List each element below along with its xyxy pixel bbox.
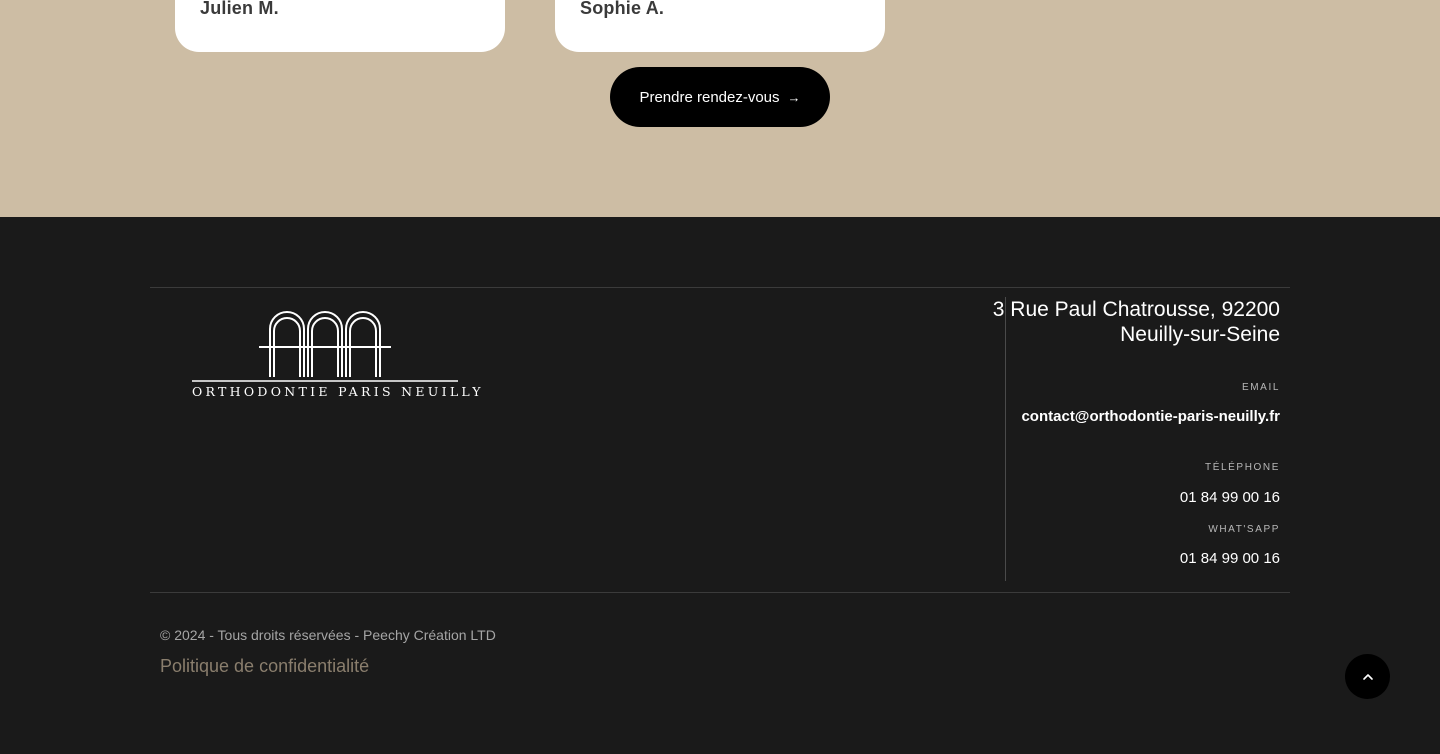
whatsapp-link[interactable]: 01 84 99 00 16 [1180,550,1280,567]
email-link[interactable]: contact@orthodontie-paris-neuilly.fr [1021,408,1280,425]
arches-logo-icon [192,311,458,382]
privacy-policy-link[interactable]: Politique de confidentialité [160,656,369,677]
testimonials-section: Julien M. Sophie A. Prendre rendez-vous … [0,0,1440,217]
brand-name: ORTHODONTIE PARIS NEUILLY [192,384,484,399]
email-label: EMAIL [1241,382,1280,393]
book-appointment-button[interactable]: Prendre rendez-vous → [610,67,830,127]
book-appointment-label: Prendre rendez-vous [639,88,780,106]
testimonial-author: Julien M. [200,0,279,18]
arrow-right-icon: → [787,89,801,105]
testimonial-card: Sophie A. [555,0,885,52]
copyright-text: © 2024 - Tous droits réservées - Peechy … [160,627,496,643]
brand-logo[interactable]: ORTHODONTIE PARIS NEUILLY [192,307,484,402]
address: 3 Rue Paul Chatrousse, 92200 Neuilly-sur… [992,298,1280,346]
telephone-link[interactable]: 01 84 99 00 16 [1180,489,1280,506]
footer-divider-bottom [150,592,1290,593]
chevron-up-icon [1362,673,1373,680]
telephone-label: TÉLÉPHONE [1205,462,1280,473]
whatsapp-label: WHAT'SAPP [1208,524,1280,535]
testimonial-card: Julien M. [175,0,505,52]
site-footer: ORTHODONTIE PARIS NEUILLY 3 Rue Paul Cha… [0,217,1440,754]
scroll-to-top-button[interactable] [1345,654,1390,699]
testimonial-author: Sophie A. [580,0,665,18]
footer-divider-top [150,287,1290,288]
